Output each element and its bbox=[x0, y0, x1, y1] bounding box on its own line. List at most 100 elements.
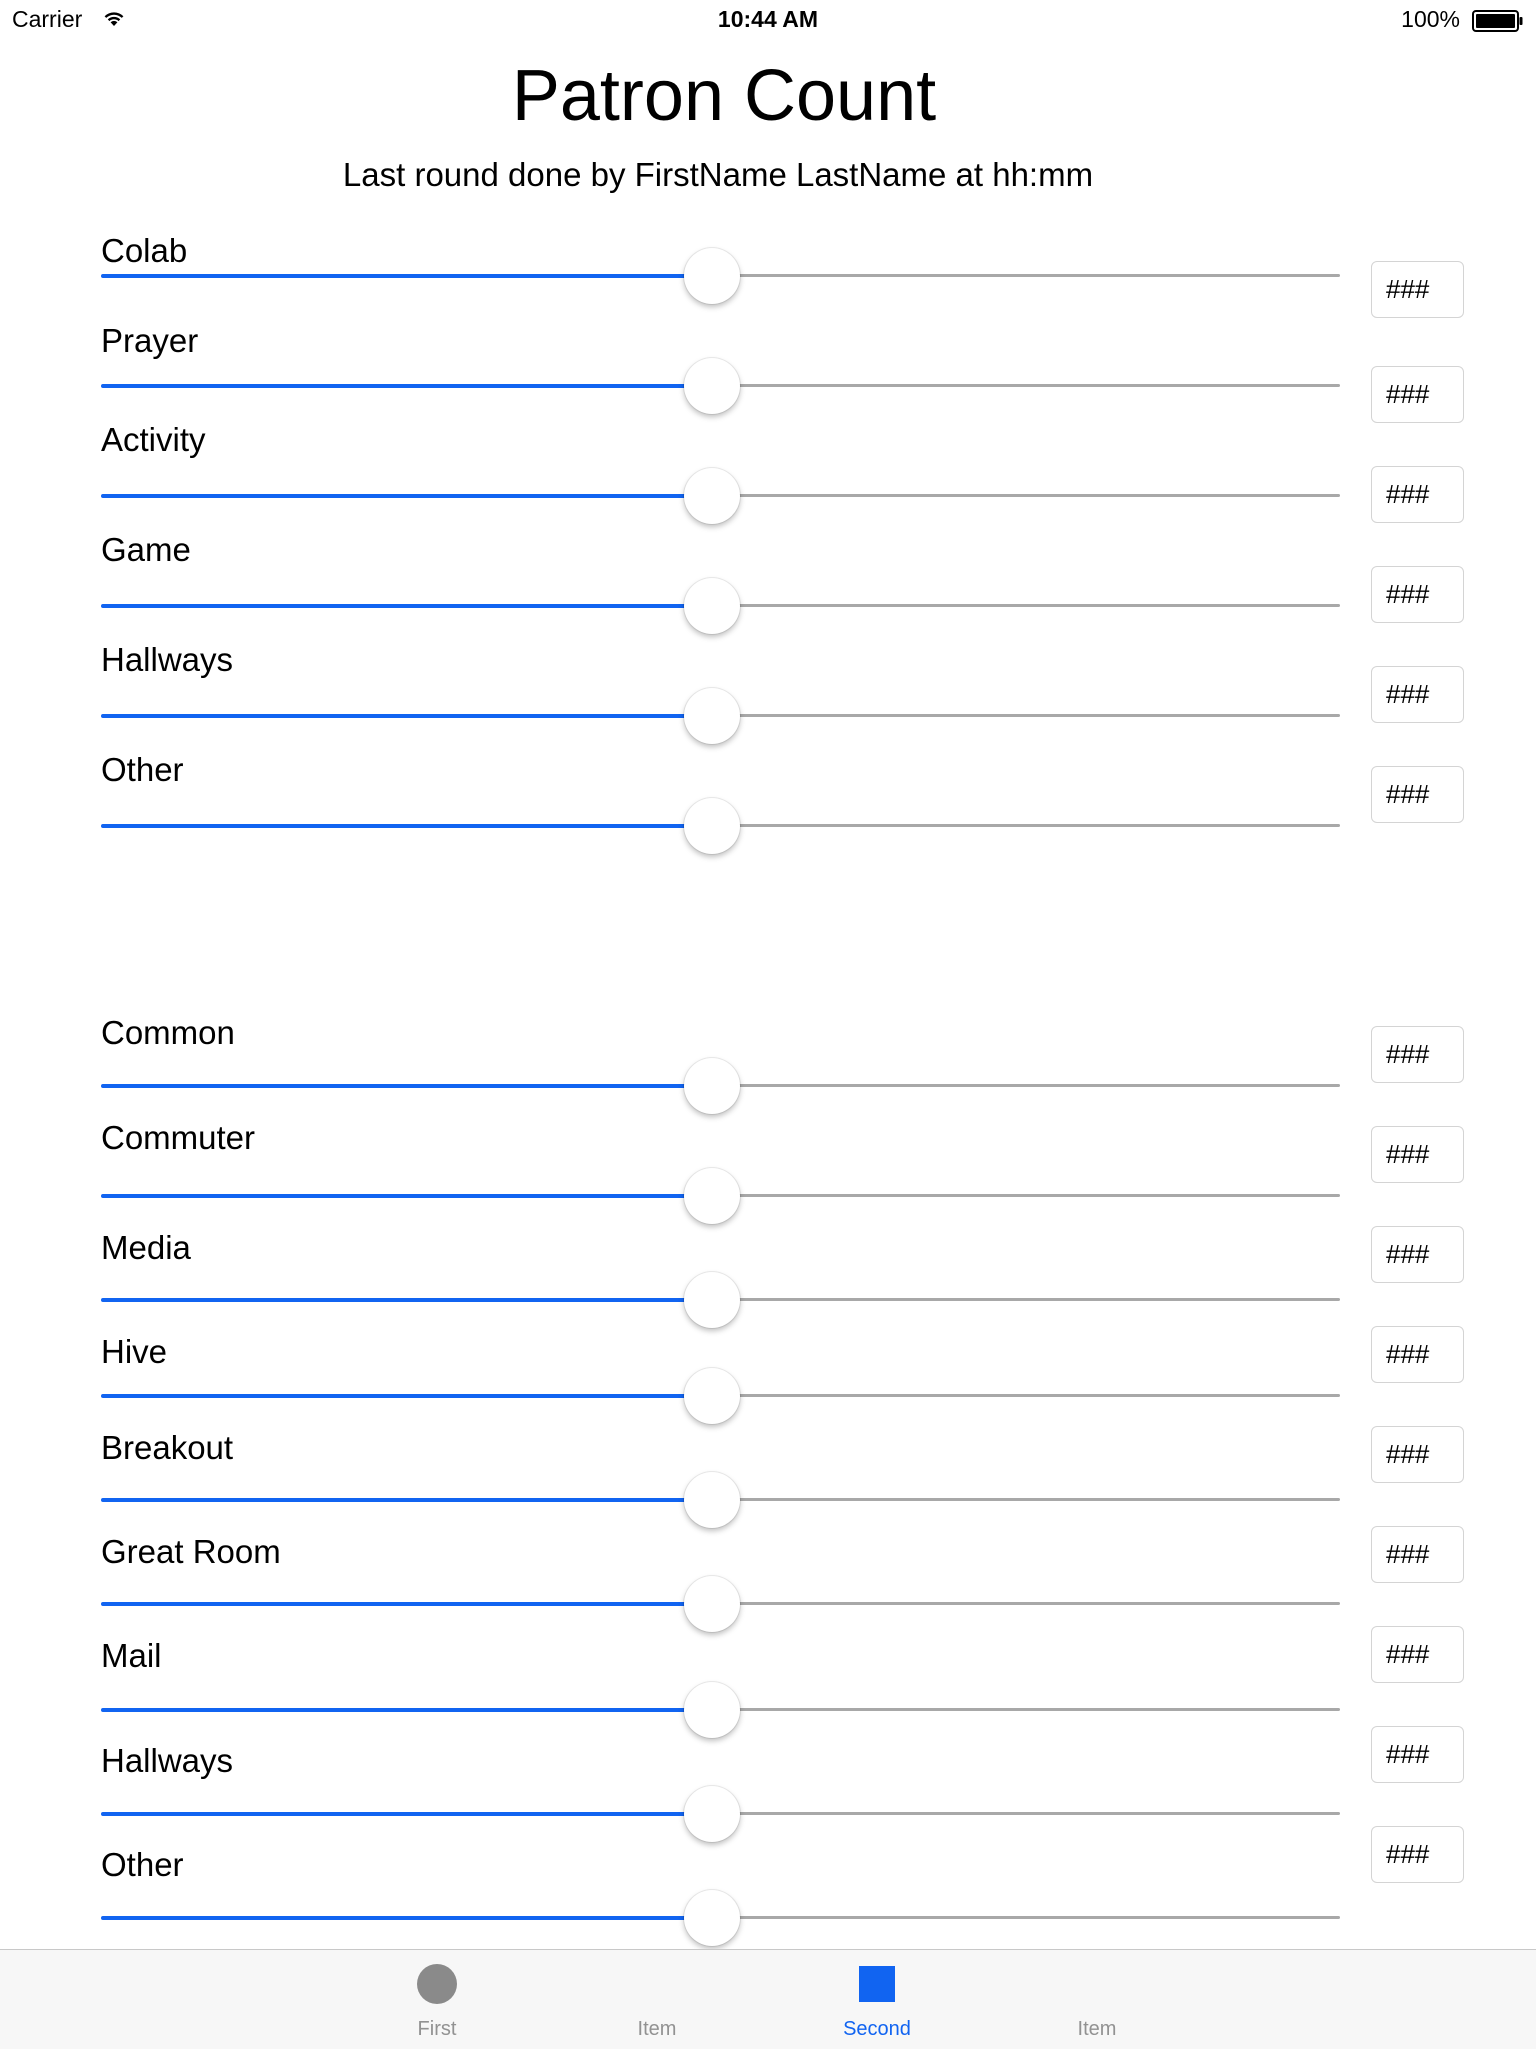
count-field[interactable] bbox=[1371, 1026, 1464, 1083]
count-slider[interactable] bbox=[101, 358, 1340, 414]
count-slider[interactable] bbox=[101, 1576, 1340, 1632]
slider-thumb[interactable] bbox=[684, 1058, 740, 1114]
slider-max-track bbox=[694, 494, 1340, 497]
last-round-subtitle: Last round done by FirstName LastName at… bbox=[342, 156, 1094, 193]
row-label: Breakout bbox=[101, 1429, 234, 1466]
row-label: Mail bbox=[101, 1637, 162, 1674]
slider-min-track bbox=[101, 384, 694, 388]
row-label: Hive bbox=[101, 1333, 168, 1370]
count-slider[interactable] bbox=[101, 1168, 1340, 1224]
slider-thumb[interactable] bbox=[684, 578, 740, 634]
slider-thumb[interactable] bbox=[684, 1168, 740, 1224]
tab-second[interactable]: Second bbox=[777, 1950, 977, 2049]
slider-thumb[interactable] bbox=[684, 688, 740, 744]
slider-max-track bbox=[694, 824, 1340, 827]
slider-min-track bbox=[101, 1084, 694, 1088]
slider-max-track bbox=[694, 274, 1340, 277]
clock-label: 10:44 AM bbox=[717, 6, 819, 32]
slider-thumb[interactable] bbox=[684, 1368, 740, 1424]
slider-max-track bbox=[694, 1708, 1340, 1711]
count-field[interactable] bbox=[1371, 1526, 1464, 1583]
count-field[interactable] bbox=[1371, 566, 1464, 623]
slider-min-track bbox=[101, 1194, 694, 1198]
tab-item-2[interactable]: Item bbox=[997, 1950, 1197, 2049]
slider-min-track bbox=[101, 824, 694, 828]
square-icon bbox=[859, 1966, 895, 2002]
row-label: Commuter bbox=[101, 1119, 256, 1156]
count-field[interactable] bbox=[1371, 1126, 1464, 1183]
tab-first-label: First bbox=[417, 2018, 457, 2040]
count-field[interactable] bbox=[1371, 1826, 1464, 1883]
slider-max-track bbox=[694, 1394, 1340, 1397]
slider-thumb[interactable] bbox=[684, 1272, 740, 1328]
count-slider[interactable] bbox=[101, 1058, 1340, 1114]
slider-max-track bbox=[694, 714, 1340, 717]
count-slider[interactable] bbox=[101, 578, 1340, 634]
slider-min-track bbox=[101, 1298, 694, 1302]
tab-second-label: Second bbox=[843, 2018, 911, 2040]
row-label: Other bbox=[101, 751, 184, 788]
slider-min-track bbox=[101, 1708, 694, 1712]
count-field[interactable] bbox=[1371, 1326, 1464, 1383]
slider-thumb[interactable] bbox=[684, 1890, 740, 1946]
slider-min-track bbox=[101, 494, 694, 498]
count-slider[interactable] bbox=[101, 1682, 1340, 1738]
tab-bar: First Item Second Item bbox=[0, 1949, 1536, 2049]
slider-max-track bbox=[694, 1084, 1340, 1087]
count-slider[interactable] bbox=[101, 1472, 1340, 1528]
slider-max-track bbox=[694, 1602, 1340, 1605]
slider-max-track bbox=[694, 1916, 1340, 1919]
count-field[interactable] bbox=[1371, 366, 1464, 423]
tab-item-2-label: Item bbox=[1077, 2018, 1117, 2040]
slider-min-track bbox=[101, 714, 694, 718]
count-slider[interactable] bbox=[101, 1890, 1340, 1946]
circle-icon-fill bbox=[417, 1964, 457, 2004]
row-label: Hallways bbox=[101, 1742, 234, 1779]
slider-thumb[interactable] bbox=[684, 468, 740, 524]
count-slider[interactable] bbox=[101, 688, 1340, 744]
slider-min-track bbox=[101, 604, 694, 608]
slider-min-track bbox=[101, 274, 694, 278]
count-field[interactable] bbox=[1371, 261, 1464, 318]
row-label: Hallways bbox=[101, 641, 234, 678]
slider-min-track bbox=[101, 1498, 694, 1502]
row-label: Other bbox=[101, 1846, 184, 1883]
slider-max-track bbox=[694, 1298, 1340, 1301]
slider-max-track bbox=[694, 1498, 1340, 1501]
slider-thumb[interactable] bbox=[684, 1786, 740, 1842]
slider-thumb[interactable] bbox=[684, 1472, 740, 1528]
count-field[interactable] bbox=[1371, 766, 1464, 823]
count-slider[interactable] bbox=[101, 468, 1340, 524]
status-bar: Carrier 10:44 AM 100% bbox=[0, 0, 1536, 40]
row-label: Great Room bbox=[101, 1533, 281, 1570]
count-slider[interactable] bbox=[101, 1272, 1340, 1328]
row-label: Game bbox=[101, 531, 191, 568]
count-slider[interactable] bbox=[101, 1368, 1340, 1424]
count-slider[interactable] bbox=[101, 798, 1340, 854]
slider-max-track bbox=[694, 384, 1340, 387]
slider-thumb[interactable] bbox=[684, 248, 740, 304]
count-field[interactable] bbox=[1371, 1626, 1464, 1683]
tab-item-1[interactable]: Item bbox=[557, 1950, 757, 2049]
row-label: Activity bbox=[101, 421, 206, 458]
slider-thumb[interactable] bbox=[684, 1576, 740, 1632]
slider-thumb[interactable] bbox=[684, 358, 740, 414]
slider-thumb[interactable] bbox=[684, 798, 740, 854]
tab-first[interactable]: First bbox=[337, 1950, 537, 2049]
count-field[interactable] bbox=[1371, 466, 1464, 523]
slider-min-track bbox=[101, 1602, 694, 1606]
page-title: Patron Count bbox=[511, 56, 937, 136]
count-field[interactable] bbox=[1371, 1726, 1464, 1783]
battery-icon bbox=[1472, 10, 1523, 32]
count-field[interactable] bbox=[1371, 1426, 1464, 1483]
row-label: Common bbox=[101, 1014, 235, 1051]
slider-max-track bbox=[694, 604, 1340, 607]
row-label: Media bbox=[101, 1229, 191, 1266]
count-field[interactable] bbox=[1371, 666, 1464, 723]
count-slider[interactable] bbox=[101, 1786, 1340, 1842]
slider-min-track bbox=[101, 1916, 694, 1920]
slider-thumb[interactable] bbox=[684, 1682, 740, 1738]
count-field[interactable] bbox=[1371, 1226, 1464, 1283]
square-icon-fill bbox=[859, 1966, 895, 2002]
count-slider[interactable] bbox=[101, 248, 1340, 304]
